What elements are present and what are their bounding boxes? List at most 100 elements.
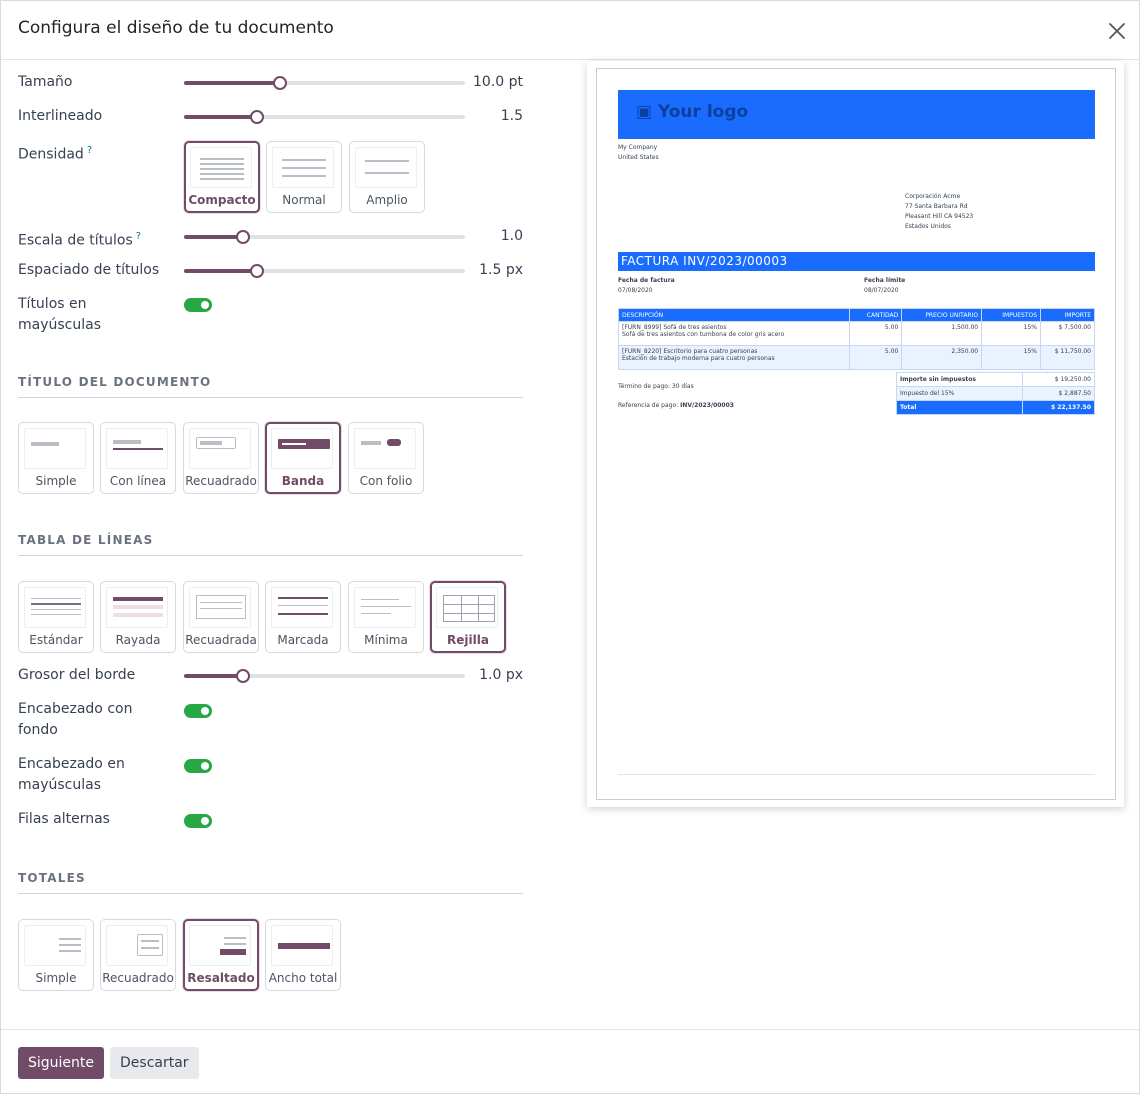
line-height-slider[interactable] <box>184 110 465 124</box>
option-caption: Con línea <box>109 474 167 488</box>
close-icon[interactable] <box>1105 19 1129 43</box>
slider-handle[interactable] <box>250 110 265 124</box>
table-style-striped[interactable]: Rayada <box>100 581 176 653</box>
preview-column-header: DESCRIPCIÓN <box>617 308 851 322</box>
totals-boxed-thumbnail <box>106 925 168 966</box>
table-style-marked[interactable]: Marcada <box>265 581 341 653</box>
option-caption: Rejilla <box>447 633 489 647</box>
preview-company-address: My Company United States <box>618 143 659 163</box>
slider-fill <box>184 269 258 273</box>
preview-totals-value: $ 22,137.50 <box>1022 400 1095 415</box>
title-scale-label: Escala de títulos? <box>18 226 141 252</box>
slider-fill <box>184 115 258 119</box>
table-style-standard[interactable]: Estándar <box>18 581 94 653</box>
preview-invoice-date-value: 07/08/2020 <box>618 287 653 294</box>
preview-lines-table: DESCRIPCIÓN CANTIDAD PRECIO UNITARIO IMP… <box>617 308 1095 370</box>
option-caption: Rayada <box>115 633 161 647</box>
density-label: Densidad? <box>18 140 92 166</box>
title-with-number-thumbnail <box>354 428 416 469</box>
option-caption: Normal <box>282 193 326 207</box>
option-caption: Simple <box>35 474 77 488</box>
table-style-minimal[interactable]: Mínima <box>348 581 424 653</box>
slider-handle[interactable] <box>236 230 250 244</box>
preview-totals-row: Impuesto del 15% $ 2,887.50 <box>895 386 1095 401</box>
uppercase-titles-toggle[interactable] <box>184 298 212 312</box>
title-style-simple[interactable]: Simple <box>18 422 94 494</box>
size-label: Tamaño <box>18 74 73 90</box>
line-height-label: Interlineado <box>18 108 103 124</box>
title-simple-thumbnail <box>24 428 86 469</box>
option-caption: Simple <box>35 971 77 985</box>
preview-desc-line: [FURN_8220] Escritorio para cuatro perso… <box>622 348 758 355</box>
preview-table-row: [FURN_8220] Escritorio para cuatro perso… <box>617 345 1095 370</box>
title-scale-slider[interactable] <box>184 230 465 244</box>
label-line: mayúsculas <box>18 317 102 333</box>
label-line: mayúsculas <box>18 777 102 793</box>
density-option-compact[interactable]: Compacto <box>184 141 260 213</box>
totals-style-highlighted[interactable]: Resaltado <box>183 919 259 991</box>
preview-invoice-title: FACTURA INV/2023/00003 <box>621 254 788 268</box>
totals-style-boxed[interactable]: Recuadrado <box>100 919 176 991</box>
option-caption: Recuadrado <box>185 474 257 488</box>
title-style-with-number[interactable]: Con folio <box>348 422 424 494</box>
totals-simple-thumbnail <box>24 925 86 966</box>
next-button[interactable]: Siguiente <box>18 1047 105 1079</box>
size-slider[interactable] <box>184 76 465 90</box>
preview-due-date: Fecha límite 08/07/2020 <box>864 276 905 296</box>
preview-company-line: My Company <box>618 144 658 151</box>
preview-totals-label: Impuesto del 15% <box>895 386 1024 401</box>
totals-style-full-width[interactable]: Ancho total <box>265 919 341 991</box>
section-heading-line-table: TABLA DE LÍNEAS <box>18 533 523 556</box>
help-tooltip-icon[interactable]: ? <box>87 145 92 156</box>
section-heading-totals: TOTALES <box>18 871 523 894</box>
dialog-header: Configura el diseño de tu documento <box>1 1 1140 60</box>
preview-table-row: [FURN_8999] Sofá de tres asientos Sofá de… <box>617 321 1095 346</box>
title-with-line-thumbnail <box>106 428 168 469</box>
border-width-label: Grosor del borde <box>18 667 136 683</box>
table-grid-thumbnail <box>436 587 498 628</box>
header-uppercase-toggle[interactable] <box>184 759 212 773</box>
table-striped-thumbnail <box>106 587 168 628</box>
preview-footer-divider <box>618 774 1095 775</box>
density-option-wide[interactable]: Amplio <box>349 141 425 213</box>
table-style-boxed[interactable]: Recuadrada <box>183 581 259 653</box>
slider-fill <box>184 674 243 678</box>
slider-handle[interactable] <box>236 669 250 683</box>
title-style-with-line[interactable]: Con línea <box>100 422 176 494</box>
option-caption: Amplio <box>366 193 408 207</box>
header-background-toggle[interactable] <box>184 704 212 718</box>
header-background-label: Encabezado con fondo <box>18 699 132 741</box>
table-standard-thumbnail <box>24 587 86 628</box>
preview-due-date-label: Fecha límite <box>864 277 906 284</box>
discard-button[interactable]: Descartar <box>110 1047 199 1079</box>
alternate-rows-toggle[interactable] <box>184 814 212 828</box>
preview-totals-row: Importe sin impuestos $ 19,250.00 <box>895 372 1095 387</box>
preview-column-header: IMPUESTOS <box>981 308 1042 322</box>
title-spacing-slider[interactable] <box>184 264 465 278</box>
option-caption: Banda <box>281 474 325 488</box>
preview-totals-table: Importe sin impuestos $ 19,250.00 Impues… <box>895 372 1095 415</box>
preview-invoice-title-band: FACTURA INV/2023/00003 <box>618 252 1095 271</box>
help-tooltip-icon[interactable]: ? <box>136 231 141 242</box>
title-spacing-label: Espaciado de títulos <box>18 262 160 278</box>
slider-handle[interactable] <box>272 76 287 90</box>
title-style-boxed[interactable]: Recuadrado <box>183 422 259 494</box>
title-band-thumbnail <box>271 428 333 469</box>
table-boxed-thumbnail <box>189 587 251 628</box>
border-width-slider[interactable] <box>184 669 465 683</box>
density-option-normal[interactable]: Normal <box>266 141 342 213</box>
title-style-band[interactable]: Banda <box>265 422 341 494</box>
preview-desc-line: Estación de trabajo moderna para cuatro … <box>622 355 775 362</box>
preview-cell-description: [FURN_8999] Sofá de tres asientos Sofá de… <box>617 321 851 346</box>
preview-payment-reference: Referencia de pago: INV/2023/00003 <box>618 401 734 411</box>
preview-totals-value: $ 19,250.00 <box>1022 372 1095 387</box>
option-caption: Marcada <box>277 633 329 647</box>
slider-fill <box>184 81 280 85</box>
totals-style-simple[interactable]: Simple <box>18 919 94 991</box>
totals-highlighted-thumbnail <box>189 925 251 966</box>
slider-handle[interactable] <box>250 264 265 278</box>
table-style-grid[interactable]: Rejilla <box>430 581 506 653</box>
section-heading-document-title: TÍTULO DEL DOCUMENTO <box>18 375 523 398</box>
preview-invoice-date-label: Fecha de factura <box>618 277 675 284</box>
size-value: 10.0 pt <box>473 74 523 90</box>
